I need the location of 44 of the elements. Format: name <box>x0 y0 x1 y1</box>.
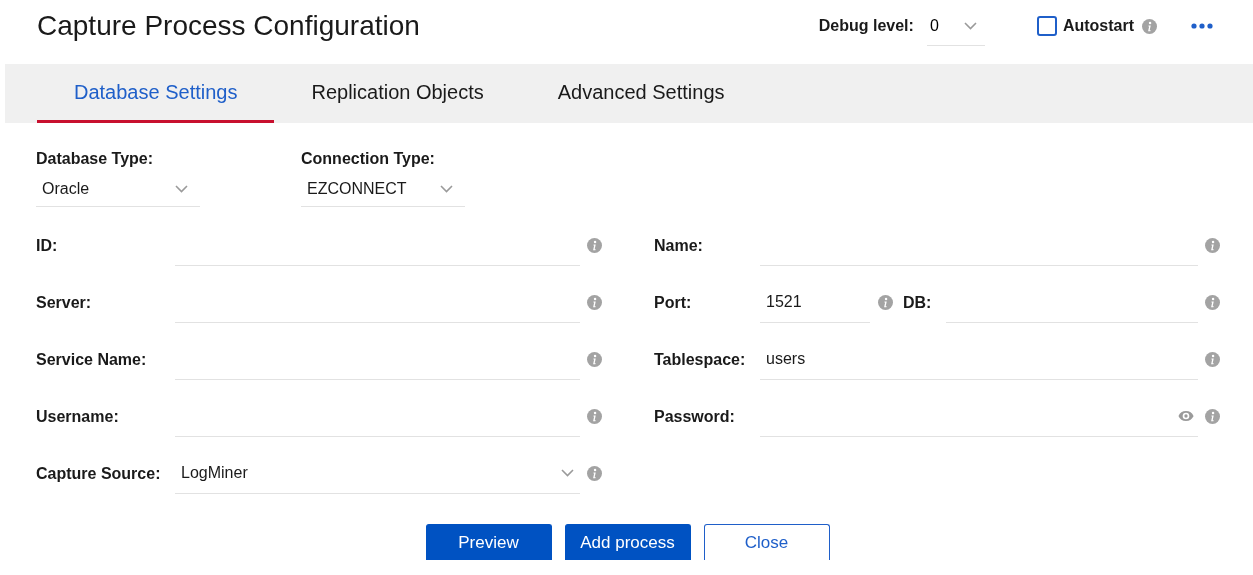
info-icon <box>1142 18 1157 34</box>
action-button[interactable]: Add process <box>564 524 691 560</box>
page-title: Capture Process Configuration <box>37 9 421 43</box>
debug-level-dropdown[interactable]: 0 <box>926 6 985 46</box>
info-icon <box>1205 295 1220 310</box>
info-icon <box>587 352 602 367</box>
field-label: Password: <box>654 406 736 427</box>
field-label: Username: <box>36 406 120 427</box>
field-label: Capture Source: <box>36 463 162 484</box>
field-label: Service Name: <box>36 349 148 370</box>
tab[interactable]: Advanced Settings <box>520 64 762 123</box>
field-label: Database Type: <box>36 149 155 169</box>
autostart-checkbox[interactable] <box>1036 16 1057 36</box>
field-label: Server: <box>36 292 93 313</box>
field-label: Port: <box>654 292 693 313</box>
chevron-icon <box>440 184 453 193</box>
chevron-icon <box>175 184 188 193</box>
field-label: ID: <box>36 235 59 256</box>
text-field[interactable]: users <box>760 339 1198 380</box>
more-icon[interactable] <box>1191 23 1213 29</box>
info-icon <box>1205 409 1220 424</box>
field-label: Tablespace: <box>654 349 747 370</box>
dropdown-field[interactable]: EZCONNECT <box>301 171 465 207</box>
info-icon <box>587 295 602 310</box>
field-label: Connection Type: <box>301 149 436 169</box>
chevron-icon <box>963 21 977 30</box>
dropdown-field[interactable]: Oracle <box>36 171 200 207</box>
action-button[interactable]: Preview <box>425 524 552 560</box>
info-icon <box>1205 352 1220 367</box>
field-label: Name: <box>654 235 704 256</box>
info-icon <box>587 466 602 481</box>
info-icon <box>1205 238 1220 253</box>
field-label: DB: <box>903 292 933 313</box>
tab[interactable]: Replication Objects <box>274 64 521 123</box>
chevron-icon <box>561 469 574 477</box>
info-icon <box>587 409 602 424</box>
dropdown-field[interactable]: LogMiner <box>175 453 580 494</box>
info-icon <box>878 295 893 310</box>
action-button[interactable]: Close <box>703 524 830 560</box>
debug-level-label: Debug level: <box>818 16 914 36</box>
port-field[interactable]: 1521 <box>760 282 870 323</box>
autostart-label: Autostart <box>1062 16 1134 36</box>
tab[interactable]: Database Settings <box>37 64 275 123</box>
info-icon <box>587 238 602 253</box>
